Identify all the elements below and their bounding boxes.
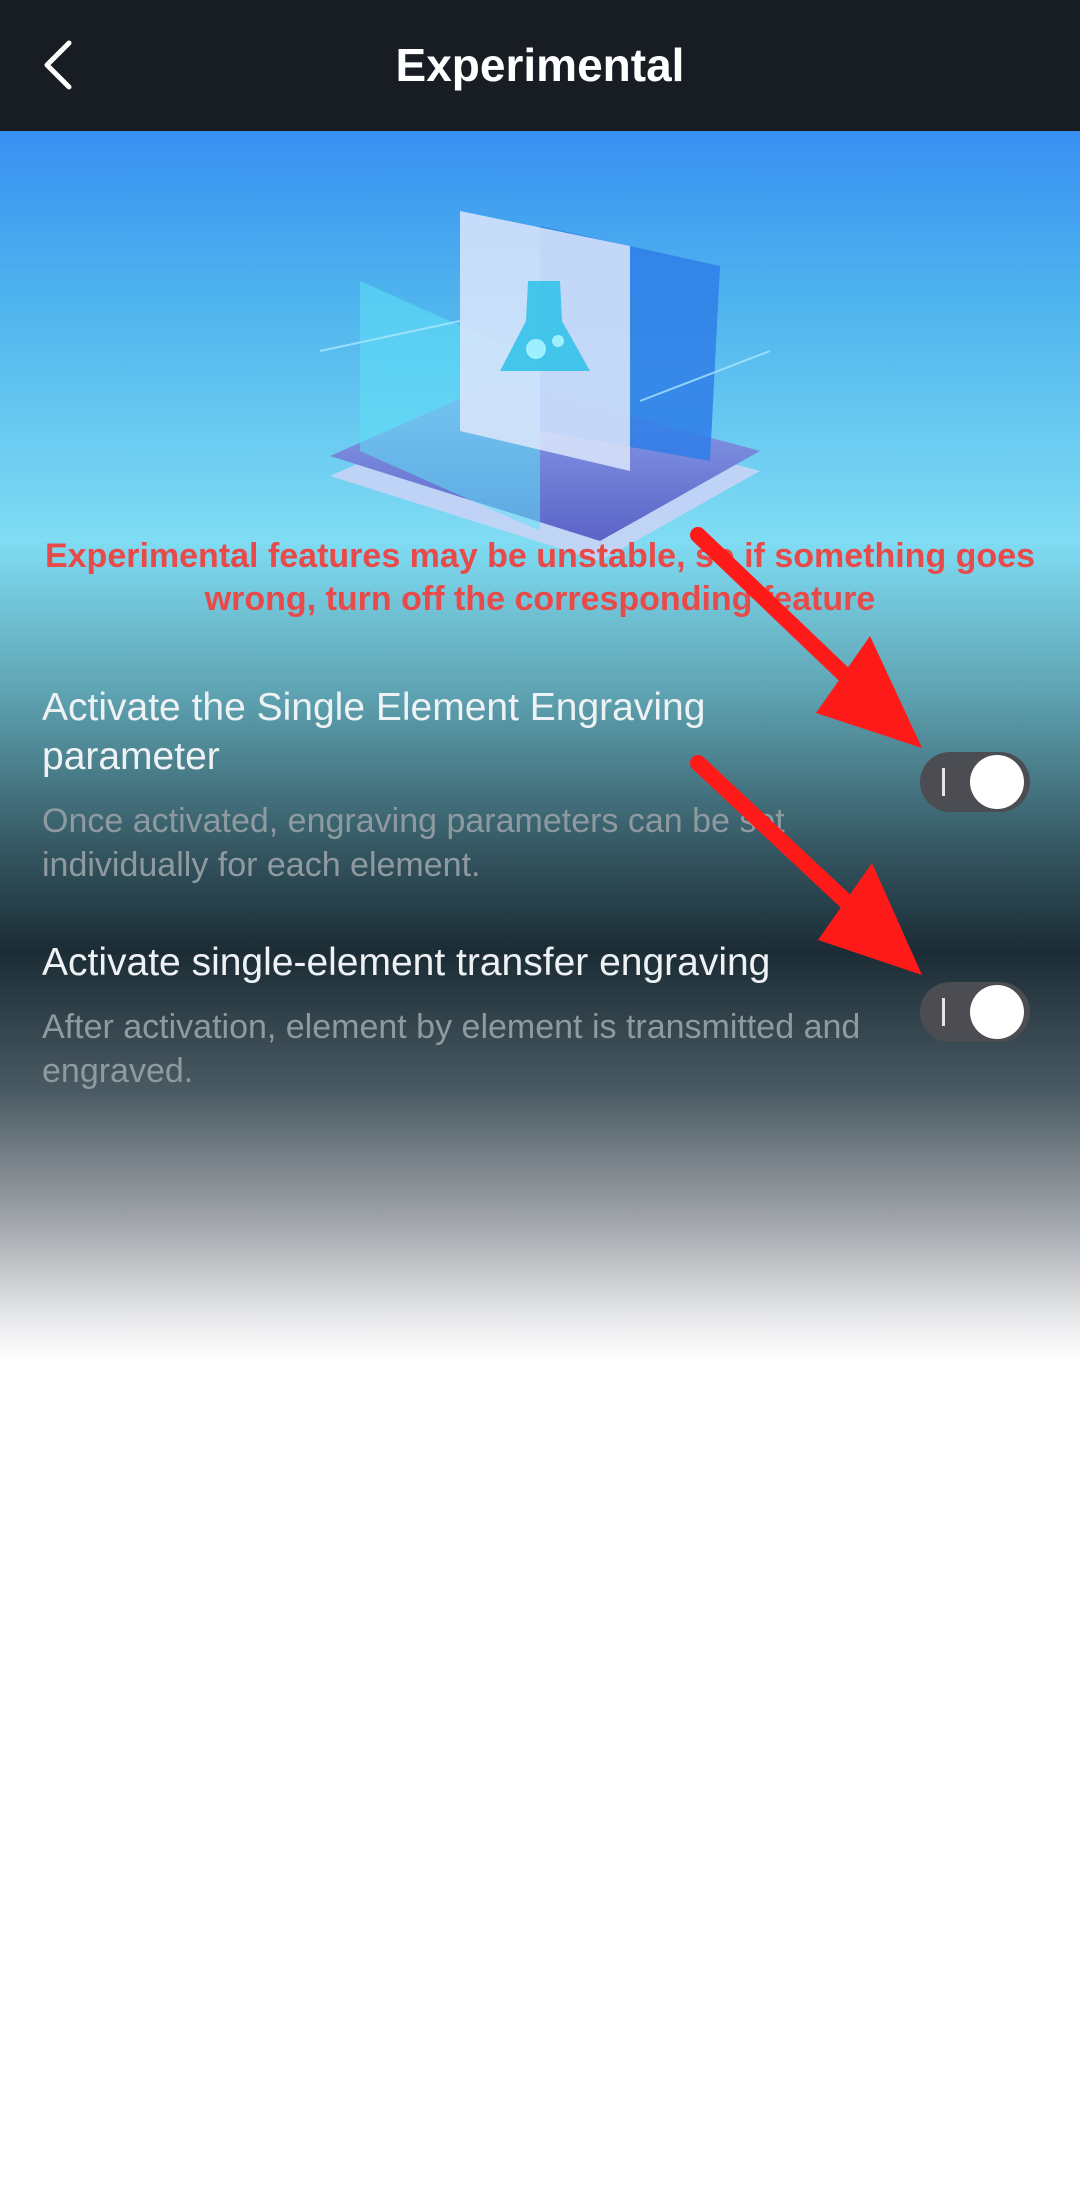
- top-app-bar: Experimental: [0, 0, 1080, 131]
- settings-panel: Experimental features may be unstable, s…: [0, 131, 1080, 1361]
- toggle-single-element-parameter[interactable]: [920, 752, 1030, 812]
- warning-message: Experimental features may be unstable, s…: [44, 537, 1036, 618]
- flask-lab-icon: [319, 211, 771, 561]
- toggle-on-mark: [942, 998, 945, 1026]
- setting-description-single-element-parameter: Once activated, engraving parameters can…: [42, 802, 785, 884]
- setting-title-single-element-transfer: Activate single-element transfer engravi…: [42, 941, 771, 984]
- setting-title-single-element-parameter: Activate the Single Element Engraving pa…: [42, 686, 706, 778]
- toggle-on-mark: [942, 768, 945, 796]
- toggle-single-element-transfer[interactable]: [920, 982, 1030, 1042]
- toggle-knob: [970, 985, 1024, 1039]
- setting-description-single-element-transfer: After activation, element by element is …: [42, 1008, 861, 1090]
- page-title: Experimental: [395, 39, 685, 91]
- toggle-knob: [970, 755, 1024, 809]
